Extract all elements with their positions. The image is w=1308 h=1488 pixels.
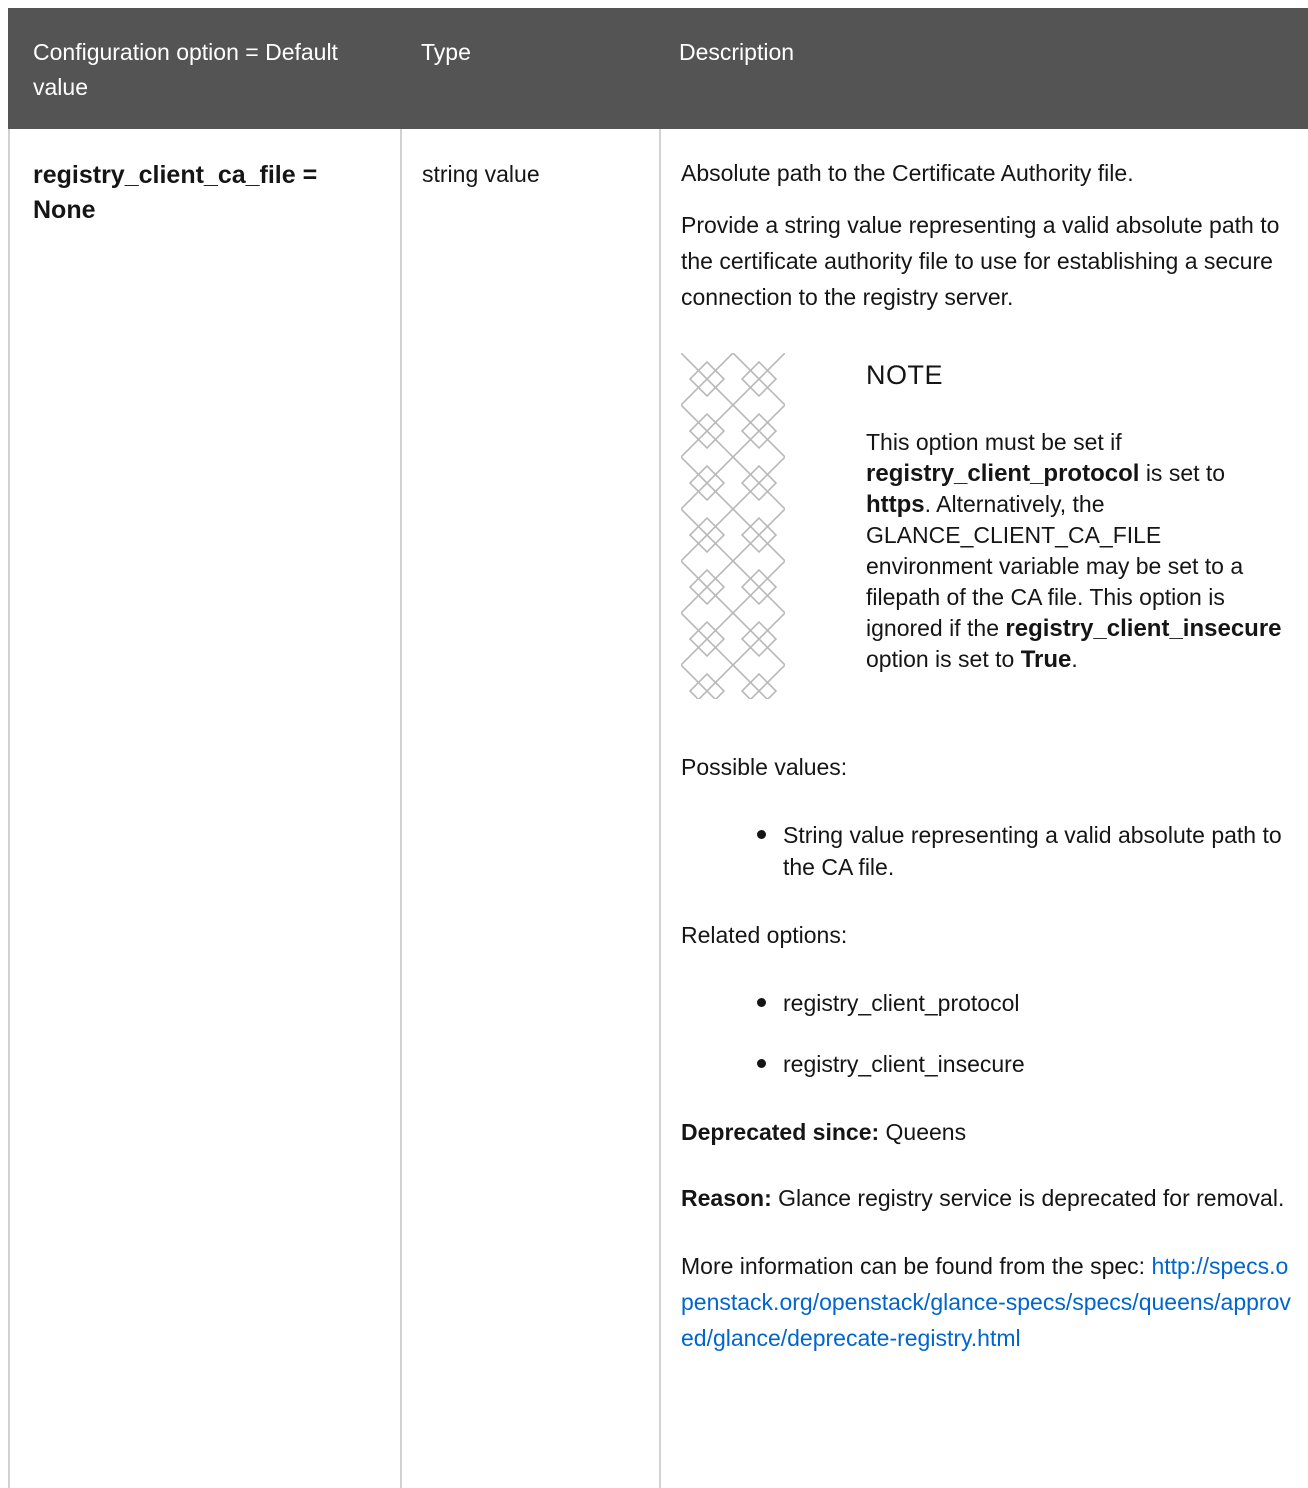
reason-label: Reason: <box>681 1185 772 1211</box>
note-bold-insecure: registry_client_insecure <box>1005 615 1282 642</box>
note-text-2: is set to <box>1145 460 1226 486</box>
note-text-1: This option must be set if <box>866 429 1122 455</box>
note-text: This option must be set if registry_clie… <box>866 427 1291 675</box>
description-detail: Provide a string value representing a va… <box>681 212 1280 310</box>
note-title: NOTE <box>866 360 944 390</box>
note-bold-protocol: registry_client_protocol <box>866 460 1140 487</box>
header-option: Configuration option = Default value <box>33 39 338 100</box>
note-admonition: NOTE This option must be set if registry… <box>681 353 1293 699</box>
cell-border <box>659 129 661 1488</box>
list-item: registry_client_insecure <box>681 1048 1293 1080</box>
list-item: registry_client_protocol <box>681 987 1293 1019</box>
header-type: Type <box>421 39 471 65</box>
related-option-text: registry_client_insecure <box>783 1051 1025 1077</box>
option-description: Absolute path to the Certificate Authori… <box>681 155 1293 1356</box>
more-info-text: More information can be found from the s… <box>681 1253 1146 1279</box>
bullet-icon <box>757 998 766 1007</box>
deprecated-label: Deprecated since: <box>681 1119 880 1145</box>
deprecated-since: Deprecated since: Queens <box>681 1114 1293 1150</box>
related-options-label: Related options: <box>681 922 848 948</box>
more-info: More information can be found from the s… <box>681 1248 1293 1356</box>
option-type: string value <box>422 161 540 187</box>
list-item: String value representing a valid absolu… <box>681 819 1293 883</box>
note-bold-https: https <box>866 491 925 518</box>
reason-value: Glance registry service is deprecated fo… <box>778 1185 1285 1211</box>
bullet-icon <box>757 830 766 839</box>
note-pattern-icon <box>681 353 785 699</box>
note-text-5: . <box>1071 646 1078 672</box>
note-text-4: option is set to <box>866 646 1015 672</box>
note-bold-true: True <box>1020 646 1072 673</box>
cell-border <box>400 129 402 1488</box>
possible-values-list: String value representing a valid absolu… <box>681 819 1293 883</box>
table-row: registry_client_ca_file = None string va… <box>8 129 1308 1488</box>
deprecation-reason: Reason: Glance registry service is depre… <box>681 1180 1293 1216</box>
cell-border <box>8 129 10 1488</box>
table-header: Configuration option = Default value Typ… <box>8 8 1308 129</box>
possible-value-text: String value representing a valid absolu… <box>783 822 1282 880</box>
related-options-list: registry_client_protocol registry_client… <box>681 987 1293 1080</box>
option-name: registry_client_ca_file = None <box>33 161 318 224</box>
bullet-icon <box>757 1059 766 1068</box>
header-description: Description <box>679 39 795 65</box>
related-option-text: registry_client_protocol <box>783 990 1020 1016</box>
possible-values-label: Possible values: <box>681 754 848 780</box>
config-options-table: Configuration option = Default value Typ… <box>8 8 1308 1488</box>
deprecated-value: Queens <box>885 1119 967 1145</box>
description-summary: Absolute path to the Certificate Authori… <box>681 160 1134 186</box>
